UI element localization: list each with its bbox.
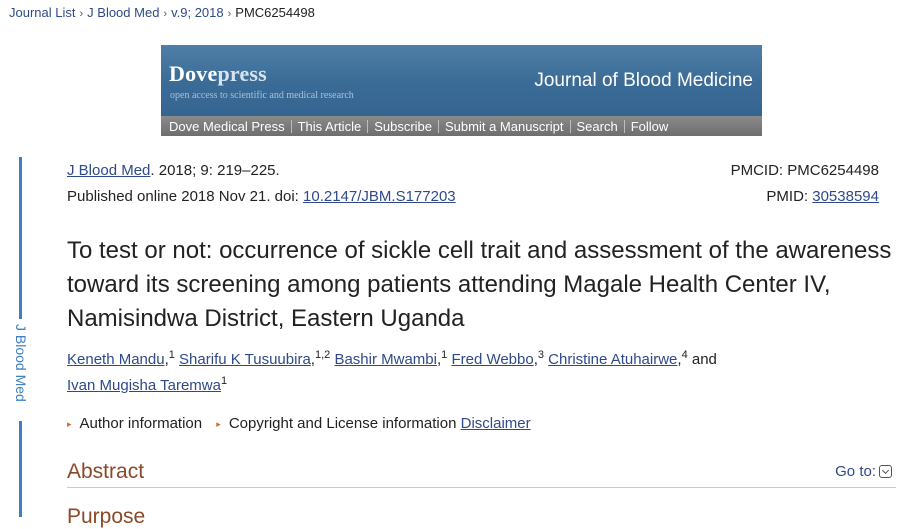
- chevron-right-icon: ›: [227, 8, 232, 20]
- author-list: Keneth Mandu,1 Sharifu K Tusuubira,1,2 B…: [67, 349, 717, 369]
- pmid-prefix: PMID:: [766, 188, 813, 205]
- author-affiliation: 1,2: [314, 349, 331, 361]
- author-affiliation: 3: [537, 349, 544, 361]
- breadcrumb-journal[interactable]: J Blood Med: [87, 5, 159, 20]
- chevron-down-icon[interactable]: [879, 465, 892, 478]
- author-conjunction: and: [691, 351, 717, 368]
- publisher-banner[interactable]: Dovepress open access to scientific and …: [161, 45, 762, 136]
- pmcid: PMCID: PMC6254498: [730, 162, 879, 179]
- breadcrumb-current: PMC6254498: [235, 5, 315, 20]
- section-divider: [67, 487, 896, 488]
- chevron-right-icon: ›: [163, 8, 168, 20]
- goto-label: Go to:: [835, 463, 876, 480]
- side-journal-tab[interactable]: J Blood Med: [12, 324, 30, 402]
- doi-link[interactable]: 10.2147/JBM.S177203: [303, 188, 456, 205]
- banner-nav-dove-medical-press[interactable]: Dove Medical Press: [163, 119, 291, 134]
- author-affiliation: 1: [441, 349, 448, 361]
- banner-tagline: open access to scientific and medical re…: [170, 90, 354, 101]
- banner-journal-name: Journal of Blood Medicine: [534, 70, 753, 91]
- article-info-links: ▸ Author information ▸ Copyright and Licen…: [67, 414, 531, 435]
- banner-nav-subscribe[interactable]: Subscribe: [368, 119, 438, 134]
- side-tab-rule-top: [19, 157, 22, 319]
- logo-suffix: press: [217, 61, 267, 86]
- citation-journal-link[interactable]: J Blood Med: [67, 162, 150, 179]
- banner-header: Dovepress open access to scientific and …: [161, 45, 762, 116]
- author-information-toggle[interactable]: Author information: [80, 415, 203, 432]
- author-link[interactable]: Christine Atuhairwe: [548, 351, 677, 368]
- banner-nav-this-article[interactable]: This Article: [292, 119, 368, 134]
- publication-line: Published online 2018 Nov 21. doi: 10.21…: [67, 187, 456, 207]
- pmid-line: PMID: 30538594: [766, 187, 879, 207]
- abstract-heading: Abstract: [67, 460, 145, 483]
- dovepress-logo[interactable]: Dovepress: [169, 61, 267, 87]
- goto-menu[interactable]: Go to:: [835, 463, 892, 480]
- banner-nav: Dove Medical Press This Article Subscrib…: [161, 116, 762, 136]
- author-link[interactable]: Bashir Mwambi: [334, 351, 437, 368]
- disclaimer-link[interactable]: Disclaimer: [461, 415, 531, 432]
- author-list-continued: Ivan Mugisha Taremwa1: [67, 376, 867, 396]
- breadcrumb: Journal List › J Blood Med › v.9; 2018 › PMC62…: [9, 4, 315, 23]
- author-affiliation: 1: [220, 375, 228, 387]
- banner-nav-search[interactable]: Search: [571, 119, 624, 134]
- citation-line: J Blood Med. 2018; 9: 219–225.: [67, 161, 280, 181]
- citation-details: . 2018; 9: 219–225.: [150, 162, 280, 179]
- logo-main: Dove: [169, 61, 218, 86]
- purpose-heading: Purpose: [67, 505, 146, 528]
- author-link[interactable]: Fred Webbo: [451, 351, 533, 368]
- chevron-right-icon: ›: [79, 8, 84, 20]
- triangle-right-icon: ▸: [67, 419, 72, 429]
- breadcrumb-volume[interactable]: v.9; 2018: [171, 5, 224, 20]
- banner-nav-follow[interactable]: Follow: [625, 119, 675, 134]
- pmid-link[interactable]: 30538594: [812, 188, 879, 205]
- author-link[interactable]: Ivan Mugisha Taremwa: [67, 377, 221, 394]
- side-tab-rule-bottom: [19, 421, 22, 517]
- copyright-toggle[interactable]: Copyright and License information: [229, 415, 457, 432]
- author-link[interactable]: Sharifu K Tusuubira: [179, 351, 311, 368]
- author-link[interactable]: Keneth Mandu: [67, 351, 165, 368]
- triangle-right-icon: ▸: [216, 419, 221, 429]
- published-prefix: Published online 2018 Nov 21. doi:: [67, 188, 304, 205]
- author-affiliation: 1: [168, 349, 175, 361]
- breadcrumb-journal-list[interactable]: Journal List: [9, 5, 75, 20]
- article-title: To test or not: occurrence of sickle cel…: [67, 237, 892, 332]
- banner-nav-submit-manuscript[interactable]: Submit a Manuscript: [439, 119, 570, 134]
- author-affiliation: 4: [681, 349, 688, 361]
